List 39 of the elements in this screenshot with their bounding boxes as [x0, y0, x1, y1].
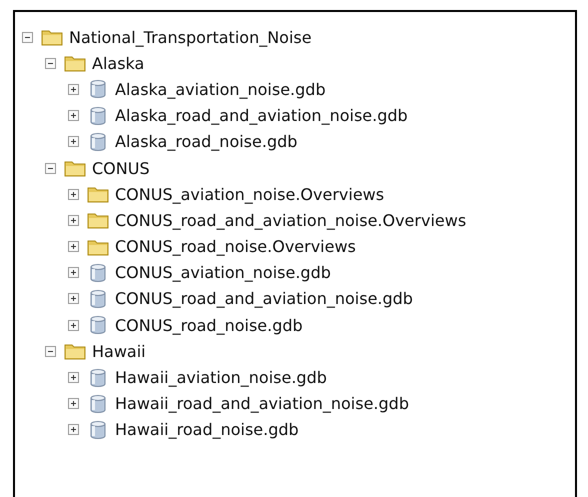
- tree-item-label[interactable]: Alaska_road_noise.gdb: [115, 132, 298, 152]
- tree-item-label[interactable]: Hawaii: [92, 342, 146, 361]
- collapse-icon[interactable]: [45, 162, 56, 174]
- tree-item-label[interactable]: CONUS_road_noise.Overviews: [115, 237, 356, 256]
- expand-icon[interactable]: [68, 241, 79, 252]
- expand-icon[interactable]: [68, 372, 79, 384]
- folder-icon: [87, 211, 109, 230]
- collapse-icon[interactable]: [45, 58, 56, 69]
- expand-icon[interactable]: [68, 136, 79, 148]
- expand-icon[interactable]: [68, 214, 79, 226]
- expand-icon[interactable]: [68, 398, 79, 410]
- folder-icon: [64, 159, 86, 178]
- expand-icon[interactable]: [68, 320, 79, 331]
- tree-item-label[interactable]: Alaska_road_and_aviation_noise.gdb: [115, 106, 408, 126]
- expand-icon[interactable]: [68, 267, 79, 278]
- tree-item-label[interactable]: Alaska_aviation_noise.gdb: [115, 80, 326, 99]
- tree-item-label[interactable]: Hawaii_road_and_aviation_noise.gdb: [115, 394, 409, 414]
- folder-icon: [64, 342, 86, 360]
- expand-icon[interactable]: [68, 84, 79, 95]
- collapse-icon[interactable]: [22, 32, 33, 43]
- tree-item-label[interactable]: CONUS_road_and_aviation_noise.Overviews: [115, 210, 466, 230]
- expand-icon[interactable]: [68, 293, 79, 304]
- tree-item-label[interactable]: CONUS: [92, 158, 150, 178]
- tree-item-label[interactable]: Hawaii_aviation_noise.gdb: [115, 368, 327, 388]
- collapse-icon[interactable]: [45, 346, 56, 357]
- tree-item-label[interactable]: CONUS_road_and_aviation_noise.gdb: [115, 289, 413, 308]
- folder-icon: [41, 28, 63, 46]
- tree-item-label[interactable]: CONUS_road_noise.gdb: [115, 316, 303, 335]
- tree-item-label[interactable]: CONUS_aviation_noise.gdb: [115, 263, 331, 282]
- expand-icon[interactable]: [68, 110, 79, 122]
- tree-item-label[interactable]: National_Transportation_Noise: [69, 28, 312, 47]
- folder-icon: [64, 54, 86, 72]
- tree-item-label[interactable]: Alaska: [92, 54, 144, 73]
- expand-icon[interactable]: [68, 424, 79, 436]
- tree-item-label[interactable]: Hawaii_road_noise.gdb: [115, 420, 299, 440]
- expand-icon[interactable]: [68, 188, 79, 200]
- folder-icon: [87, 238, 109, 256]
- tree-item-label[interactable]: CONUS_aviation_noise.Overviews: [115, 184, 384, 204]
- folder-icon: [87, 185, 109, 204]
